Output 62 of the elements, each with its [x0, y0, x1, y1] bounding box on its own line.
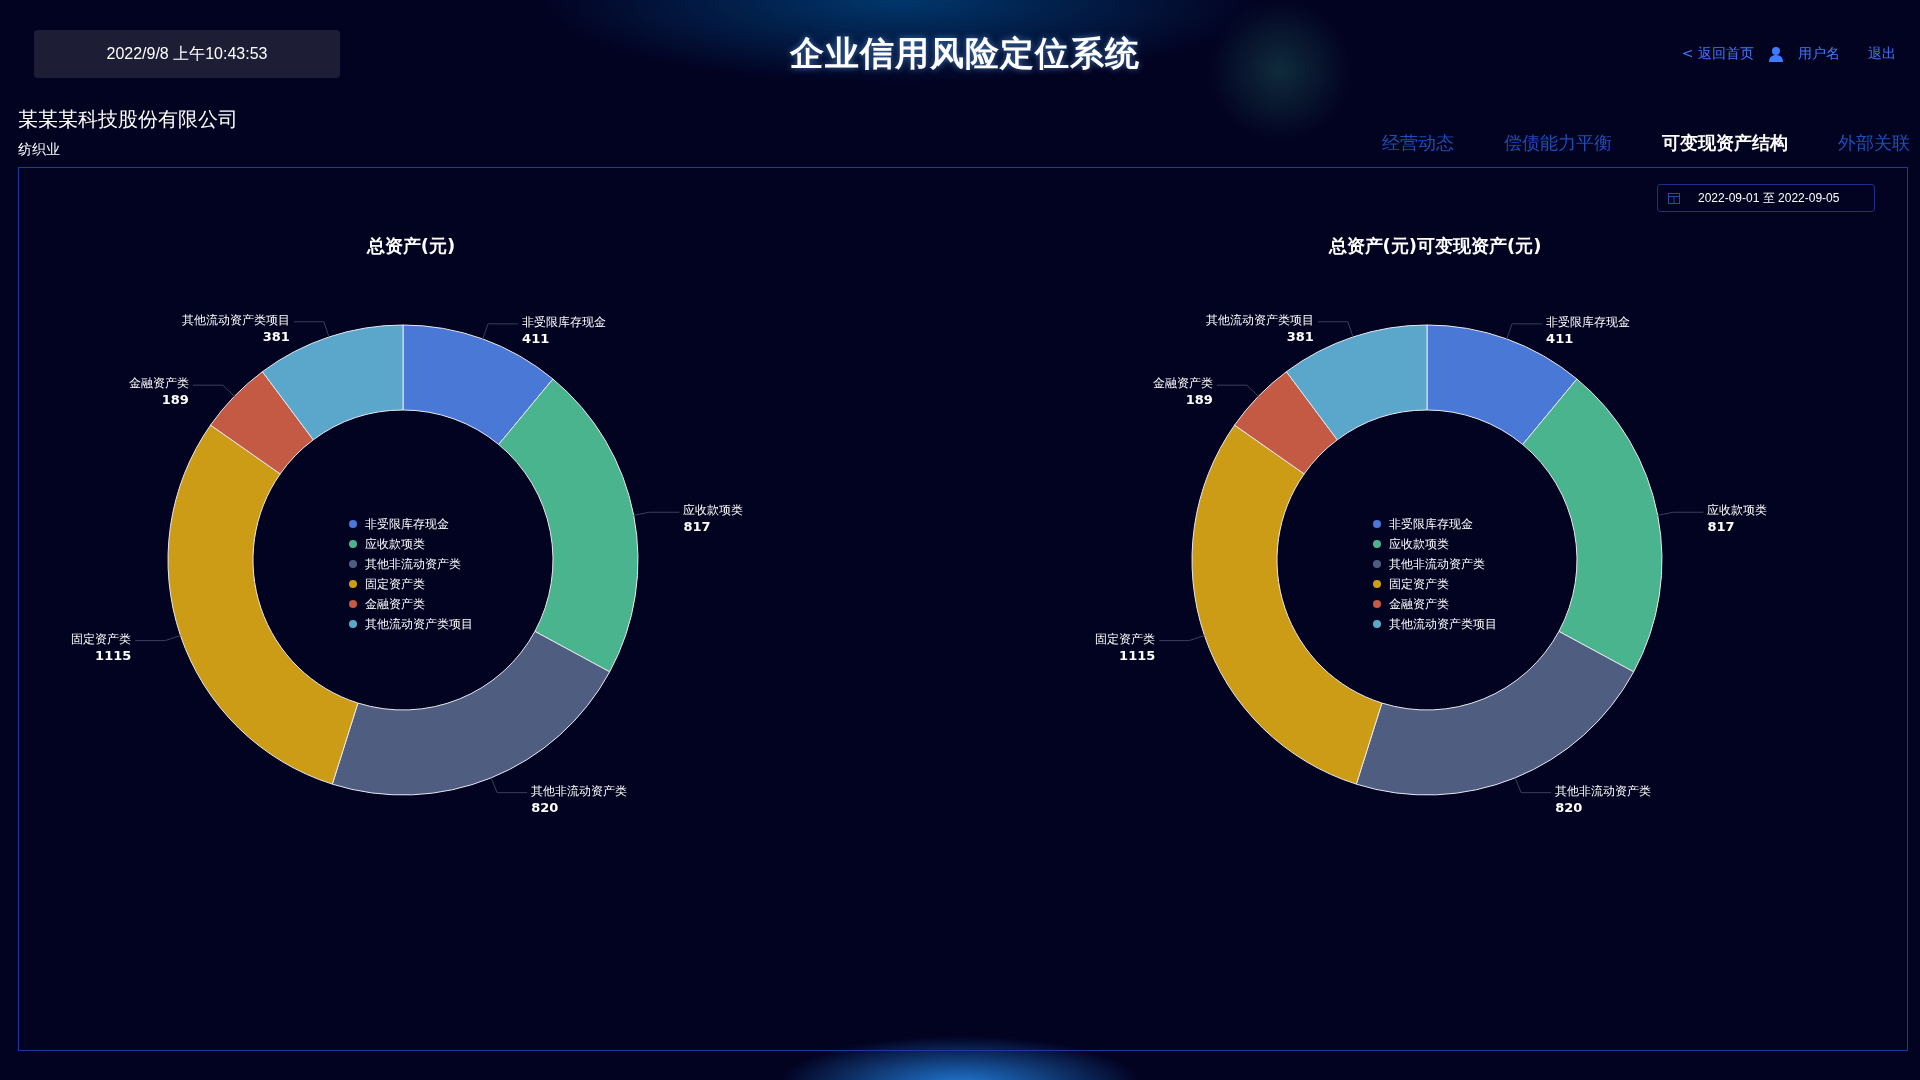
slice-label: 其他流动资产类项目: [1205, 312, 1314, 327]
slice-label: 其他非流动资产类: [531, 783, 628, 798]
leader-line: [1514, 777, 1552, 794]
slice-value: 411: [1546, 330, 1574, 346]
industry-label: 纺织业: [18, 141, 61, 159]
date-range-picker[interactable]: 2022-09-01 至 2022-09-05: [1657, 184, 1875, 212]
legend-item[interactable]: 金融资产类: [1373, 597, 1449, 611]
slice-value: 381: [1286, 328, 1314, 344]
slice-value: 817: [683, 519, 711, 535]
slice-label: 其他非流动资产类: [1555, 783, 1652, 798]
system-title: 企业信用风险定位系统: [790, 32, 1140, 75]
slice-label: 固定资产类: [71, 631, 132, 646]
user-icon: [1768, 46, 1784, 62]
slice-label: 应收款项类: [1707, 503, 1768, 518]
slice-label: 固定资产类: [1095, 631, 1156, 646]
leader-line: [1317, 321, 1354, 338]
back-home-link[interactable]: < 返回首页: [1681, 45, 1754, 63]
legend-item[interactable]: 固定资产类: [349, 577, 425, 591]
legend-item[interactable]: 非受限库存现金: [1373, 517, 1473, 531]
leader-line: [1216, 384, 1259, 397]
slice-value: 1115: [1119, 647, 1156, 663]
legend-item[interactable]: 其他非流动资产类: [349, 557, 461, 571]
leader-line: [1506, 323, 1543, 340]
slice-label: 金融资产类: [128, 376, 189, 391]
slice-label: 非受限库存现金: [1546, 314, 1631, 329]
leader-line: [192, 384, 235, 397]
legend-item[interactable]: 其他流动资产类项目: [1373, 617, 1497, 631]
slice-value: 411: [522, 330, 550, 346]
calendar-icon: [1668, 192, 1680, 204]
slice-value: 381: [262, 328, 290, 344]
chart-title: 总资产(元): [366, 235, 456, 256]
leader-line: [1657, 511, 1704, 516]
datetime-display: 2022/9/8 上午10:43:53: [34, 30, 340, 78]
leader-line: [293, 321, 330, 338]
company-name: 某某某科技股份有限公司: [18, 106, 238, 133]
slice-value: 817: [1707, 519, 1735, 535]
logout-link[interactable]: 退出: [1868, 45, 1896, 63]
legend-item[interactable]: 固定资产类: [1373, 577, 1449, 591]
leader-line: [1158, 634, 1205, 642]
leader-line: [134, 634, 181, 642]
legend-item[interactable]: 非受限库存现金: [349, 517, 449, 531]
leader-line: [633, 511, 680, 516]
legend-item[interactable]: 其他非流动资产类: [1373, 557, 1485, 571]
leader-line: [482, 323, 519, 340]
slice-label: 金融资产类: [1152, 376, 1213, 391]
slice-label: 应收款项类: [683, 503, 744, 518]
slice-label: 其他流动资产类项目: [181, 312, 290, 327]
legend-item[interactable]: 应收款项类: [1373, 537, 1449, 551]
leader-line: [490, 777, 528, 794]
slice-value: 189: [161, 392, 189, 408]
slice-label: 非受限库存现金: [522, 314, 607, 329]
slice-value: 1115: [95, 647, 132, 663]
legend-item[interactable]: 金融资产类: [349, 597, 425, 611]
chart-title: 总资产(元)可变现资产(元): [1328, 235, 1542, 256]
slice-value: 820: [531, 799, 559, 815]
legend-item[interactable]: 应收款项类: [349, 537, 425, 551]
legend-item[interactable]: 其他流动资产类项目: [349, 617, 473, 631]
slice-value: 189: [1185, 392, 1213, 408]
slice-value: 820: [1555, 799, 1583, 815]
username-link[interactable]: 用户名: [1798, 45, 1840, 63]
nav-tab[interactable]: 可变现资产结构: [1662, 131, 1788, 159]
date-range-text: 2022-09-01 至 2022-09-05: [1698, 189, 1840, 207]
